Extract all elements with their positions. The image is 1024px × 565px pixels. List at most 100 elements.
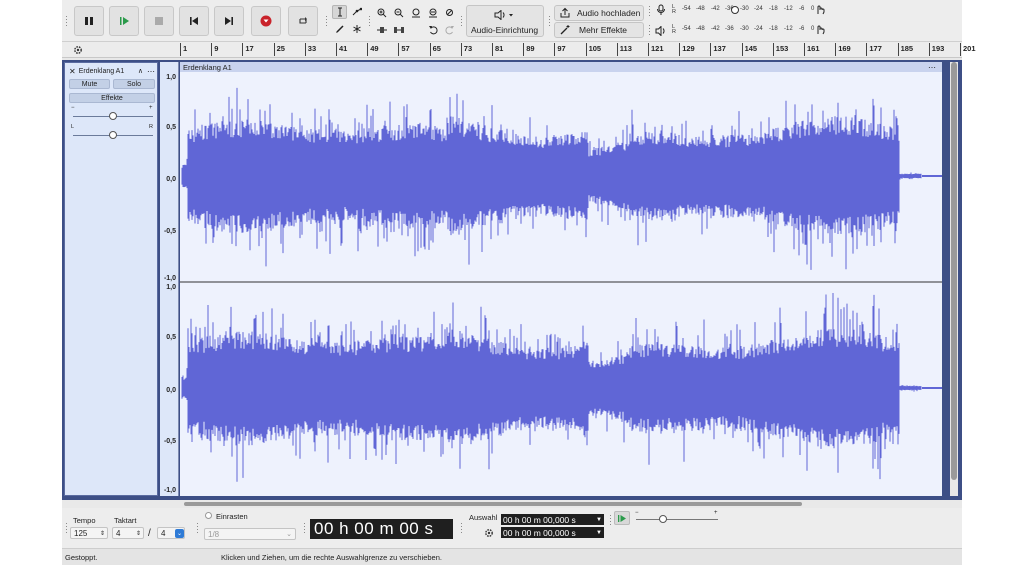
play-meter-grip[interactable]	[648, 24, 651, 36]
pan-slider-knob[interactable]	[109, 131, 117, 139]
play-at-speed-button[interactable]	[614, 511, 630, 525]
play-speed-knob[interactable]	[659, 515, 667, 523]
gain-slider-knob[interactable]	[109, 112, 117, 120]
audio-setup-button[interactable]: Audio-Einrichtung	[466, 5, 544, 37]
ruler-tick-label: 17	[245, 44, 254, 53]
snap-dropdown[interactable]: 1/8 ⌄	[204, 528, 296, 540]
undo-button[interactable]	[425, 23, 440, 37]
selection-start-dropdown-icon[interactable]: ▼	[596, 517, 602, 523]
skip-to-start-button[interactable]	[179, 6, 209, 36]
fit-project-button[interactable]	[425, 6, 440, 20]
track-control-panel[interactable]: ✕ Erdenklang A1 ∧ ⋯ Mute Solo Effekte − …	[64, 62, 158, 496]
time-signature-denominator[interactable]: 4 ⌄	[157, 527, 185, 539]
clip-menu-icon[interactable]: ⋯	[928, 63, 936, 72]
skip-to-end-button[interactable]	[214, 6, 244, 36]
selection-end-time[interactable]: 00 h 00 m 00,000 s ▼	[501, 527, 604, 538]
redo-button[interactable]	[442, 23, 457, 37]
fit-selection-button[interactable]	[408, 6, 423, 20]
track-area[interactable]: ✕ Erdenklang A1 ∧ ⋯ Mute Solo Effekte − …	[62, 60, 962, 500]
tempo-input[interactable]: 125 ⇕	[70, 527, 108, 539]
envelope-icon	[352, 7, 362, 16]
timeline-ruler[interactable]: 1 9 17 25 33 41 49 57 65 73 81 89 97 105 113 121 129 137 1…	[62, 42, 976, 58]
vertical-scrollbar[interactable]	[950, 62, 958, 496]
trim-button[interactable]	[374, 23, 389, 37]
denominator-dropdown-icon[interactable]: ⌄	[175, 528, 184, 538]
waveform[interactable]	[180, 72, 942, 496]
ruler-tick-line	[928, 43, 930, 56]
time-grip[interactable]	[303, 522, 306, 534]
play-button[interactable]	[109, 6, 139, 36]
envelope-tool[interactable]	[349, 5, 364, 19]
record-meter[interactable]: LR -54 -48 -42 -36 -30 -24 -18 -12 -6 0	[672, 3, 818, 17]
zoom-in-button[interactable]	[374, 6, 389, 20]
play-speed-slider[interactable]	[636, 515, 718, 523]
close-track-icon[interactable]: ✕	[69, 67, 76, 76]
track-name[interactable]: Erdenklang A1	[79, 68, 125, 75]
toolbar-grip[interactable]	[65, 15, 68, 27]
audio-clip[interactable]: Erdenklang A1 ⋯	[180, 62, 942, 496]
meter-r-label: R	[672, 9, 676, 15]
snap-grip[interactable]	[196, 522, 199, 534]
record-button[interactable]	[251, 6, 281, 36]
track-header: ✕ Erdenklang A1 ∧ ⋯	[69, 66, 155, 76]
gain-slider[interactable]	[73, 112, 153, 120]
play-at-speed-grip[interactable]	[609, 514, 612, 526]
snap-chevron-icon[interactable]: ⌄	[286, 530, 292, 538]
tempo-stepper-icon[interactable]: ⇕	[100, 530, 105, 537]
speaker-icon	[655, 26, 665, 36]
meter-tick: -54	[682, 6, 691, 12]
collapse-track-icon[interactable]: ∧	[138, 67, 143, 75]
pan-slider[interactable]	[73, 131, 153, 139]
ruler-tick-line	[523, 43, 525, 56]
stop-button[interactable]	[144, 6, 174, 36]
timeline-settings-gear-icon[interactable]	[72, 44, 84, 56]
edit-grip[interactable]	[368, 15, 371, 27]
ruler-tick-line	[460, 43, 462, 56]
amplitude-scale[interactable]: 1,0 0,5 0,0 -0,5 -1,0 1,0 0,5 0,0 -0,5 -…	[160, 62, 179, 496]
zoom-out-button[interactable]	[391, 6, 406, 20]
more-effects-button[interactable]: Mehr Effekte	[554, 22, 644, 38]
record-meter-grip[interactable]	[648, 5, 651, 17]
zoom-toggle-button[interactable]	[442, 6, 457, 20]
horizontal-scroll-thumb[interactable]	[184, 502, 802, 506]
multi-tool[interactable]	[349, 22, 364, 36]
silence-button[interactable]	[391, 23, 406, 37]
clip-header[interactable]: Erdenklang A1 ⋯	[180, 62, 942, 72]
ruler-tick-line	[648, 43, 649, 56]
record-meter-slider-icon[interactable]	[730, 5, 740, 15]
track-menu-icon[interactable]: ⋯	[147, 67, 155, 76]
time-display[interactable]: 00 h 00 m 00 s	[310, 519, 453, 539]
record-meter-scale: -54 -48 -42 -36 -30 -24 -18 -12 -6 0	[678, 5, 818, 15]
selection-start-time[interactable]: 00 h 00 m 00,000 s ▼	[501, 514, 604, 525]
effects-button[interactable]: Effekte	[69, 93, 155, 103]
share-grip[interactable]	[548, 15, 551, 27]
vertical-scroll-thumb[interactable]	[951, 62, 957, 480]
track-right-edge	[942, 62, 948, 496]
solo-button[interactable]: Solo	[113, 79, 155, 89]
draw-tool[interactable]	[332, 22, 347, 36]
selection-tool[interactable]	[332, 5, 347, 19]
ruler-tick-label: 73	[463, 44, 473, 53]
selection-grip[interactable]	[460, 522, 463, 534]
pause-button[interactable]	[74, 6, 104, 36]
ruler-tick-label: 89	[526, 44, 535, 53]
selection-end-dropdown-icon[interactable]: ▼	[596, 530, 602, 536]
time-signature-numerator[interactable]: 4 ⇕	[112, 527, 144, 539]
tools-grip[interactable]	[325, 15, 328, 27]
status-state: Gestoppt.	[65, 553, 98, 562]
ruler-tick-line	[242, 43, 244, 56]
selection-settings-gear-icon[interactable]	[483, 527, 495, 539]
horizontal-scrollbar[interactable]	[62, 500, 962, 508]
redo-icon	[444, 26, 454, 35]
loop-button[interactable]	[288, 6, 318, 36]
time-signature-grip[interactable]	[65, 522, 68, 534]
mute-button[interactable]: Mute	[69, 79, 110, 89]
audio-setup-grip[interactable]	[460, 15, 463, 27]
numerator-stepper-icon[interactable]: ⇕	[136, 530, 141, 537]
play-meter[interactable]: LR -54 -48 -42 -36 -30 -24 -18 -12 -6 0	[672, 23, 818, 37]
upload-audio-button[interactable]: Audio hochladen	[554, 5, 644, 21]
snap-checkbox[interactable]	[205, 512, 212, 519]
ruler-tick-label: 201	[963, 44, 976, 53]
selection-label: Auswahl	[469, 513, 498, 522]
ruler-tick-line	[554, 43, 556, 56]
